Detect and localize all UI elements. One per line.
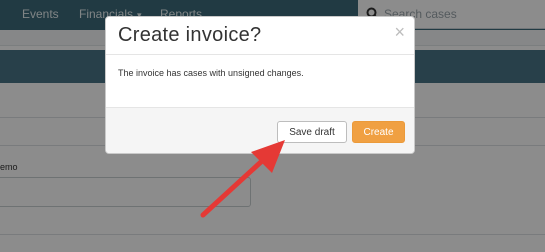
create-button[interactable]: Create — [352, 121, 405, 143]
dialog-title: Create invoice? — [118, 24, 262, 46]
close-icon[interactable]: × — [394, 22, 405, 42]
dialog-message: The invoice has cases with unsigned chan… — [118, 68, 304, 78]
app-page: Events Financials ▾ Reports Search cases … — [0, 0, 545, 252]
create-invoice-dialog: Create invoice? × The invoice has cases … — [105, 16, 415, 154]
dialog-header: Create invoice? × — [106, 17, 414, 55]
dialog-footer: Save draft Create — [106, 107, 414, 153]
save-draft-button[interactable]: Save draft — [277, 121, 347, 143]
